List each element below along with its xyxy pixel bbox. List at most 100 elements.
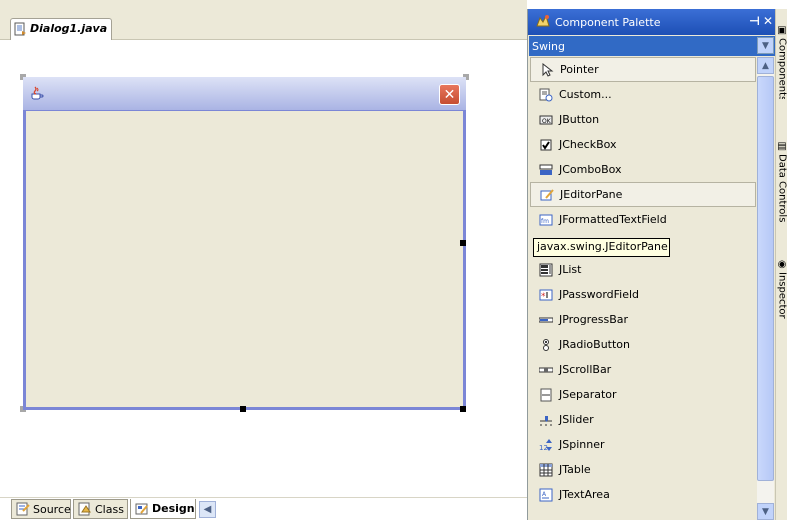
palette-item-jspinner[interactable]: 12 JSpinner [530,432,756,457]
palette-item-label: JFormattedTextField [559,213,667,226]
svg-text:12: 12 [539,444,548,452]
dialog-preview[interactable]: ✕ [23,77,466,410]
svg-text:fm: fm [541,218,549,225]
palette-item-jformattedtextfield[interactable]: fm JFormattedTextField [530,207,756,232]
palette-header-controls: ⊣ ✕ [749,14,773,28]
view-tab-strip: Source Class Design ◀ [0,497,527,520]
palette-item-label: JButton [559,113,600,126]
palette-item-jradiobutton[interactable]: JRadioButton [530,332,756,357]
palette-item-label: JComboBox [559,163,622,176]
resize-handle-bottom-right[interactable] [460,406,466,412]
palette-item-jcheckbox[interactable]: JCheckBox [530,132,756,157]
palette-item-jcombobox[interactable]: JComboBox [530,157,756,182]
palette-vertical-scrollbar[interactable]: ▲ ▼ [757,57,774,520]
tab-class[interactable]: Class [73,499,128,519]
dialog-titlebar[interactable]: ✕ [23,77,466,111]
palette-item-jscrollbar[interactable]: JScrollBar [530,357,756,382]
close-icon: ✕ [443,86,456,103]
palette-item-jseparator[interactable]: JSeparator [530,382,756,407]
side-tab-label: Components [776,38,787,99]
source-icon [15,501,31,517]
palette-item-label: Pointer [560,63,599,76]
palette-item-pointer[interactable]: Pointer [530,57,756,82]
dialog-close-button[interactable]: ✕ [439,84,460,105]
inspector-icon: ◉ [776,259,787,270]
side-tab-label: Inspector [776,272,787,319]
jformattedtextfield-icon: fm [538,212,554,228]
palette-item-list: Pointer Custom... OK JButton JCheckBox J… [530,57,756,520]
palette-item-jlist[interactable]: JList [530,257,756,282]
jpasswordfield-icon: * [538,287,554,303]
jcheckbox-icon [538,137,554,153]
pin-icon[interactable]: ⊣ [749,14,760,28]
java-file-icon [14,22,28,39]
jprogressbar-icon [538,312,554,328]
category-value: Swing [532,39,565,53]
tab-scroll-left-button[interactable]: ◀ [199,501,216,518]
palette-item-jslider[interactable]: JSlider [530,407,756,432]
palette-item-label: JCheckBox [559,138,617,151]
jradiobutton-icon [538,337,554,353]
scroll-down-button[interactable]: ▼ [757,503,774,520]
palette-icon [535,14,551,31]
design-canvas[interactable]: ✕ [0,40,527,492]
palette-item-jpasswordfield[interactable]: * JPasswordField [530,282,756,307]
jtable-icon [538,462,554,478]
side-tab-label: Data Controls [776,154,787,223]
close-icon[interactable]: ✕ [763,14,773,28]
chevron-down-icon: ▼ [762,506,769,517]
palette-item-jprogressbar[interactable]: JProgressBar [530,307,756,332]
palette-item-label: JTable [559,463,591,476]
jtextarea-icon: A [538,487,554,503]
editor-pane: Dialog1.java ✕ Source Class Design ◀ [0,0,527,520]
palette-item-label: JList [559,263,582,276]
jseparator-icon [538,387,554,403]
tab-design[interactable]: Design [130,499,196,519]
tab-source-label: Source [33,502,71,516]
palette-header: Component Palette ⊣ ✕ [528,9,776,35]
palette-item-custom[interactable]: Custom... [530,82,756,107]
jcombobox-icon [538,162,554,178]
palette-item-label: JSeparator [559,388,617,401]
palette-item-jtable[interactable]: JTable [530,457,756,482]
jeditorpane-icon [539,187,555,203]
editor-tab-strip: Dialog1.java [0,0,527,40]
jspinner-icon: 12 [538,437,554,453]
component-palette: Component Palette ⊣ ✕ Swing ▼ Pointer Cu… [527,9,776,520]
resize-handle-right[interactable] [460,240,466,246]
editor-tab-dialog1[interactable]: Dialog1.java [10,18,112,40]
palette-item-label: JEditorPane [560,188,623,201]
tab-source[interactable]: Source [11,499,71,519]
palette-item-label: JSlider [559,413,594,426]
palette-item-label: JRadioButton [559,338,631,351]
chevron-up-icon: ▲ [762,60,769,71]
side-tab-strip: ▣ Components ▤ Data Controls ◉ Inspector [775,9,787,520]
design-icon [134,501,150,517]
side-tab-data-controls[interactable]: ▤ Data Controls [776,139,787,239]
palette-item-label: JPasswordField [559,288,640,301]
palette-title: Component Palette [555,15,661,29]
jbutton-icon: OK [538,112,554,128]
palette-item-jbutton[interactable]: OK JButton [530,107,756,132]
jslider-icon [538,412,554,428]
jlist-icon [538,262,554,278]
side-tab-components[interactable]: ▣ Components [776,23,787,99]
scroll-thumb[interactable] [757,76,774,481]
palette-item-label: Custom... [559,88,612,101]
palette-item-label: JProgressBar [559,313,628,326]
custom-icon [538,87,554,103]
resize-handle-bottom[interactable] [240,406,246,412]
svg-text:OK: OK [542,118,552,125]
palette-item-label: JSpinner [559,438,605,451]
palette-item-jeditorpane[interactable]: JEditorPane [530,182,756,207]
palette-item-jtextarea[interactable]: A JTextArea [530,482,756,507]
palette-category-select[interactable]: Swing ▼ [529,36,775,56]
pointer-icon [539,62,555,78]
chevron-down-icon: ▼ [762,40,769,51]
scroll-up-button[interactable]: ▲ [757,57,774,74]
palette-item-label: JTextArea [559,488,610,501]
tab-class-label: Class [95,502,124,516]
tab-design-label: Design [152,502,195,515]
side-tab-inspector[interactable]: ◉ Inspector [776,257,787,337]
category-dropdown-button[interactable]: ▼ [757,37,774,54]
